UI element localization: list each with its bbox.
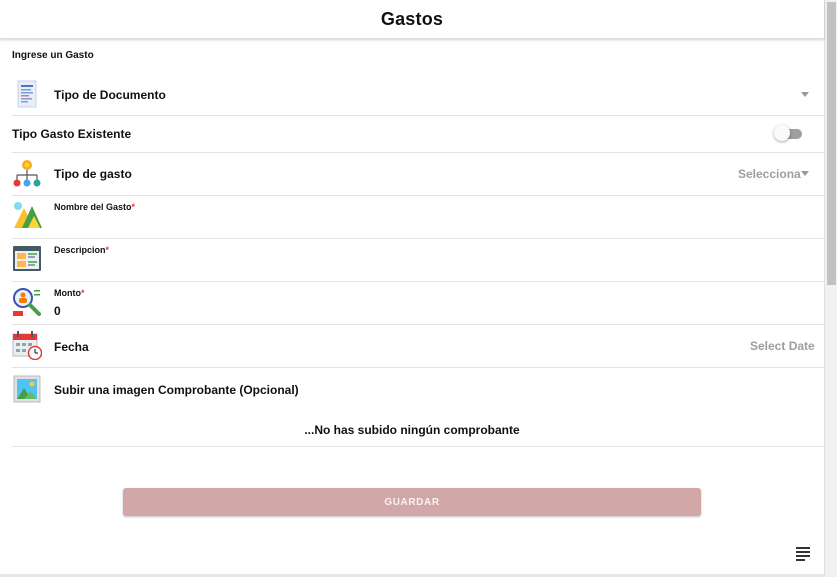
required-mark: * <box>105 245 110 255</box>
magnifier-money-icon <box>13 288 41 316</box>
tipo-gasto-placeholder: Selecciona <box>738 167 801 181</box>
comprobante-label: Subir una imagen Comprobante (Opcional) <box>54 383 299 397</box>
empty-receipt-message: ...No has subido ningún comprobante <box>304 423 520 437</box>
nombre-gasto-field[interactable]: Nombre del Gasto* <box>12 196 824 239</box>
chevron-down-icon <box>801 171 809 176</box>
monto-label-text: Monto <box>54 288 81 298</box>
descripcion-label-text: Descripcion <box>54 245 106 255</box>
descripcion-field[interactable]: Descripcion* <box>12 239 824 282</box>
monto-label: Monto* <box>54 288 85 298</box>
comprobante-upload[interactable]: Subir una imagen Comprobante (Opcional) <box>12 368 824 408</box>
document-icon <box>17 80 37 108</box>
monto-field[interactable]: Monto* 0 <box>12 282 824 325</box>
toggle-knob <box>774 125 790 141</box>
browser-window-icon <box>13 246 41 271</box>
section-title: Ingrese un Gasto <box>12 50 94 61</box>
required-mark: * <box>81 288 85 298</box>
fecha-label: Fecha <box>54 340 89 354</box>
nombre-gasto-label-text: Nombre del Gasto <box>54 202 132 212</box>
menu-icon[interactable] <box>796 547 810 561</box>
fecha-picker[interactable]: Fecha Select Date <box>12 325 824 368</box>
nombre-gasto-label: Nombre del Gasto* <box>54 202 135 212</box>
tipo-gasto-select[interactable]: Tipo de gasto Selecciona <box>12 153 824 196</box>
fecha-placeholder: Select Date <box>750 339 815 353</box>
tipo-gasto-existente-label: Tipo Gasto Existente <box>12 127 132 141</box>
save-button[interactable]: GUARDAR <box>123 488 701 516</box>
image-icon <box>13 375 41 403</box>
divider <box>12 446 824 447</box>
tipo-documento-label: Tipo de Documento <box>54 88 166 102</box>
tipo-gasto-existente-row: Tipo Gasto Existente <box>12 116 824 153</box>
page-title: Gastos <box>380 8 444 29</box>
app-header: Gastos <box>0 0 824 39</box>
monto-value[interactable]: 0 <box>54 304 61 318</box>
mountains-icon <box>14 202 42 228</box>
hierarchy-icon <box>13 160 41 187</box>
app-screen: Gastos Ingrese un Gasto Tipo de Document… <box>0 0 824 577</box>
tipo-documento-select[interactable]: Tipo de Documento <box>12 77 824 116</box>
required-mark: * <box>131 202 136 212</box>
scrollbar-thumb[interactable] <box>827 2 836 285</box>
chevron-down-icon <box>801 92 809 97</box>
vertical-scrollbar[interactable] <box>824 0 837 577</box>
tipo-gasto-label: Tipo de gasto <box>54 167 132 181</box>
descripcion-label: Descripcion* <box>54 245 109 255</box>
calendar-icon <box>12 331 42 360</box>
